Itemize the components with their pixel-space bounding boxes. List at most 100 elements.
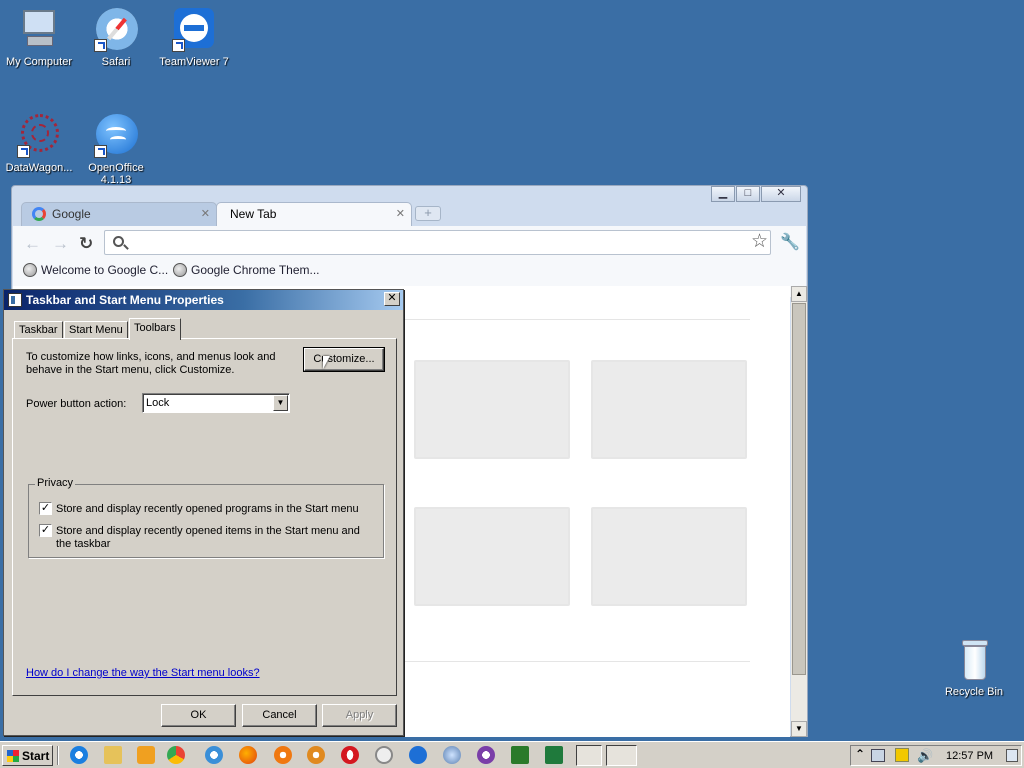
omnibox[interactable]: ☆: [104, 230, 771, 255]
taskbar-task-button-1[interactable]: [576, 745, 602, 766]
tab-new-tab[interactable]: New Tab ✕: [216, 202, 412, 226]
start-label: Start: [22, 749, 50, 763]
most-visited-thumbnail[interactable]: [591, 360, 747, 459]
bookmark-label: Welcome to Google C...: [41, 263, 169, 277]
tab-taskbar[interactable]: Taskbar: [14, 321, 63, 339]
vlc-icon[interactable]: [274, 746, 292, 764]
taskbar-properties-dialog: Taskbar and Start Menu Properties ✕ Task…: [3, 289, 404, 736]
vertical-scrollbar[interactable]: ▲ ▼: [791, 286, 807, 737]
show-desktop-icon[interactable]: [1006, 749, 1018, 762]
power-button-label: Power button action:: [26, 398, 127, 410]
omnibox-input[interactable]: [133, 233, 733, 252]
system-tray: ⌃ 🔊 12:57 PM: [850, 745, 1022, 766]
clock[interactable]: 12:57 PM: [946, 750, 993, 762]
tab-google[interactable]: Google ✕: [21, 202, 217, 226]
settings-icon[interactable]: [307, 746, 325, 764]
dialog-titlebar[interactable]: Taskbar and Start Menu Properties ✕: [4, 290, 403, 310]
dialog-title: Taskbar and Start Menu Properties: [26, 293, 224, 307]
file-manager-icon[interactable]: [104, 746, 122, 764]
desktop-icon-label: OpenOffice 4.1.13: [88, 162, 144, 184]
excel-icon[interactable]: [545, 746, 563, 764]
chrome-icon[interactable]: [167, 746, 185, 764]
firefox-icon[interactable]: [239, 746, 257, 764]
dialog-close-button[interactable]: ✕: [384, 292, 400, 306]
most-visited-thumbnail[interactable]: [591, 507, 747, 606]
safari-compass-icon: [94, 8, 138, 52]
wrench-icon[interactable]: 🔧: [780, 232, 800, 252]
desktop-icon-teamviewer[interactable]: TeamViewer 7: [155, 8, 233, 68]
recent-programs-label: Store and display recently opened progra…: [56, 503, 359, 515]
most-visited-thumbnail[interactable]: [414, 360, 570, 459]
maximize-button[interactable]: □: [736, 186, 760, 202]
bookmark-welcome[interactable]: Welcome to Google C...: [23, 263, 168, 277]
recent-items-checkbox[interactable]: ✓: [39, 524, 52, 537]
new-tab-button[interactable]: +: [415, 206, 441, 221]
desktop-icon-label: My Computer: [5, 56, 73, 68]
cancel-button[interactable]: Cancel: [242, 704, 317, 727]
tab-start-menu[interactable]: Start Menu: [64, 321, 128, 339]
scroll-thumb[interactable]: [792, 303, 806, 675]
bookmark-chrome-themes[interactable]: Google Chrome Them...: [173, 263, 320, 277]
desktop-icon-label: Recycle Bin: [944, 686, 1004, 698]
spreadsheet-icon[interactable]: [511, 746, 529, 764]
desktop-icon-label: DataWagon...: [5, 162, 73, 174]
openoffice-gulls-icon: [94, 114, 138, 158]
desktop-icon-recycle-bin[interactable]: Recycle Bin: [935, 638, 1013, 698]
chevron-down-icon[interactable]: ▼: [273, 395, 288, 411]
taskbar: Start ⌃ 🔊 12:57 PM: [0, 741, 1024, 768]
teamviewer-icon: [172, 8, 216, 52]
taskbar-properties-icon: [8, 293, 22, 307]
network-globe-icon[interactable]: [443, 746, 461, 764]
privacy-legend: Privacy: [35, 477, 76, 489]
start-button[interactable]: Start: [2, 745, 53, 766]
desktop-icon-datawagon[interactable]: DataWagon...: [0, 114, 78, 174]
scroll-down-button[interactable]: ▼: [791, 721, 807, 737]
window-controls: ▁ □ ✕: [711, 186, 801, 202]
teamviewer-taskbar-icon[interactable]: [409, 746, 427, 764]
shortcut-arrow-icon: [94, 39, 107, 52]
opera-icon[interactable]: [341, 746, 359, 764]
bookmark-star-icon[interactable]: ☆: [751, 231, 768, 253]
top-divider: [404, 319, 750, 320]
ok-button[interactable]: OK: [161, 704, 236, 727]
desktop-icon-safari[interactable]: Safari: [77, 8, 155, 68]
network-icon[interactable]: [871, 749, 885, 762]
computer-icon: [17, 8, 61, 52]
most-visited-thumbnail[interactable]: [414, 507, 570, 606]
tab-label: Google: [52, 207, 91, 221]
tray-expand-icon[interactable]: ⌃: [855, 747, 865, 761]
recent-items-label: Store and display recently opened items …: [56, 525, 360, 550]
search-icon-handle: [123, 244, 129, 250]
desktop-icon-my-computer[interactable]: My Computer: [0, 8, 78, 68]
globe-icon: [173, 263, 187, 277]
recent-programs-checkbox[interactable]: ✓: [39, 502, 52, 515]
app-swirl-icon[interactable]: [477, 746, 495, 764]
tab-close-icon[interactable]: ✕: [201, 207, 210, 220]
desktop-icon-openoffice[interactable]: OpenOffice 4.1.13: [77, 114, 155, 184]
app-circle-icon[interactable]: [375, 746, 393, 764]
tab-toolbars[interactable]: Toolbars: [129, 318, 181, 340]
volume-icon[interactable]: 🔊: [917, 748, 933, 764]
media-player-icon[interactable]: [137, 746, 155, 764]
recycle-bin-icon: [952, 638, 996, 682]
reload-button[interactable]: ↻: [79, 234, 93, 254]
scroll-up-button[interactable]: ▲: [791, 286, 807, 302]
bottom-divider: [404, 661, 750, 662]
close-button[interactable]: ✕: [761, 186, 801, 202]
taskbar-divider: [57, 746, 59, 765]
browser-icon[interactable]: [205, 746, 223, 764]
tab-close-icon[interactable]: ✕: [396, 207, 405, 220]
taskbar-task-button-2[interactable]: [606, 745, 637, 766]
action-center-flag-icon[interactable]: [895, 748, 909, 762]
shortcut-arrow-icon: [94, 145, 107, 158]
google-favicon-icon: [32, 207, 46, 221]
forward-button[interactable]: →: [52, 234, 69, 254]
internet-explorer-icon[interactable]: [70, 746, 88, 764]
power-button-select[interactable]: Lock ▼: [142, 393, 290, 413]
back-button[interactable]: ←: [24, 234, 41, 254]
minimize-button[interactable]: ▁: [711, 186, 735, 202]
bookmark-label: Google Chrome Them...: [191, 263, 320, 277]
customize-button[interactable]: Customize...: [304, 348, 384, 371]
apply-button[interactable]: Apply: [322, 704, 397, 727]
help-link[interactable]: How do I change the way the Start menu l…: [26, 667, 260, 679]
